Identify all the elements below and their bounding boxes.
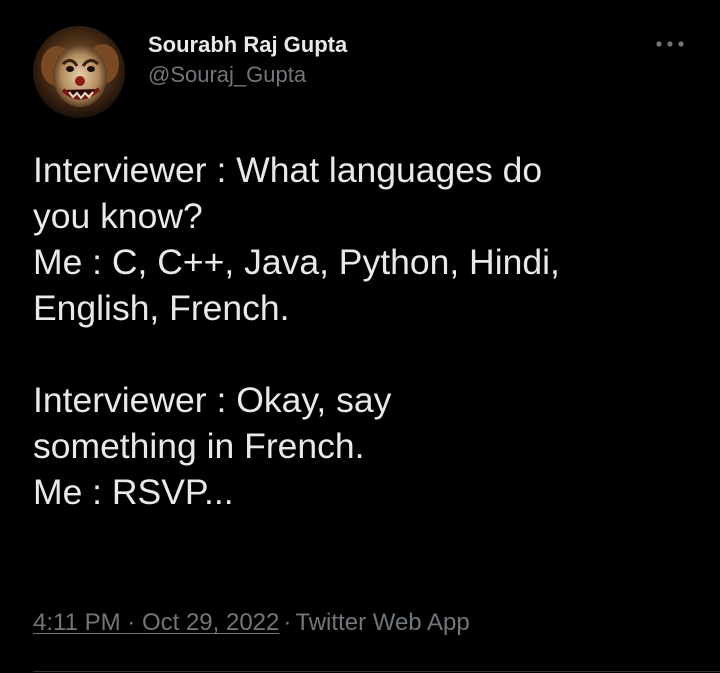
divider [33, 671, 720, 672]
tweet-text: Interviewer : What languages do you know… [33, 147, 703, 515]
tweet-line: Me : C, C++, Java, Python, Hindi, [33, 242, 560, 282]
meta-separator: · [283, 609, 292, 636]
tweet-line: Interviewer : What languages do [33, 150, 543, 190]
tweet-date: Oct 29, 2022 [141, 609, 280, 636]
tweet-source: Twitter Web App [295, 609, 470, 636]
more-options-button[interactable] [652, 32, 688, 56]
tweet-metadata: 4:11 PM · Oct 29, 2022 · Twitter Web App [33, 606, 470, 640]
author-display-name[interactable]: Sourabh Raj Gupta [148, 30, 347, 60]
tweet: Sourabh Raj Gupta @Souraj_Gupta Intervie… [0, 0, 720, 673]
tweet-line: Interviewer : Okay, say [33, 380, 392, 420]
more-dots-icon [656, 41, 684, 47]
clown-face-avatar-image [33, 26, 125, 118]
tweet-line: English, French. [33, 288, 290, 328]
tweet-line: Me : RSVP... [33, 472, 234, 512]
tweet-timestamp-link[interactable]: 4:11 PM · Oct 29, 2022 [33, 609, 279, 636]
avatar[interactable] [33, 26, 125, 118]
tweet-line: something in French. [33, 426, 365, 466]
meta-separator: · [127, 609, 136, 636]
tweet-time: 4:11 PM [33, 609, 121, 636]
author-block: Sourabh Raj Gupta @Souraj_Gupta [148, 30, 347, 90]
tweet-line: you know? [33, 196, 203, 236]
author-handle[interactable]: @Souraj_Gupta [148, 60, 347, 90]
